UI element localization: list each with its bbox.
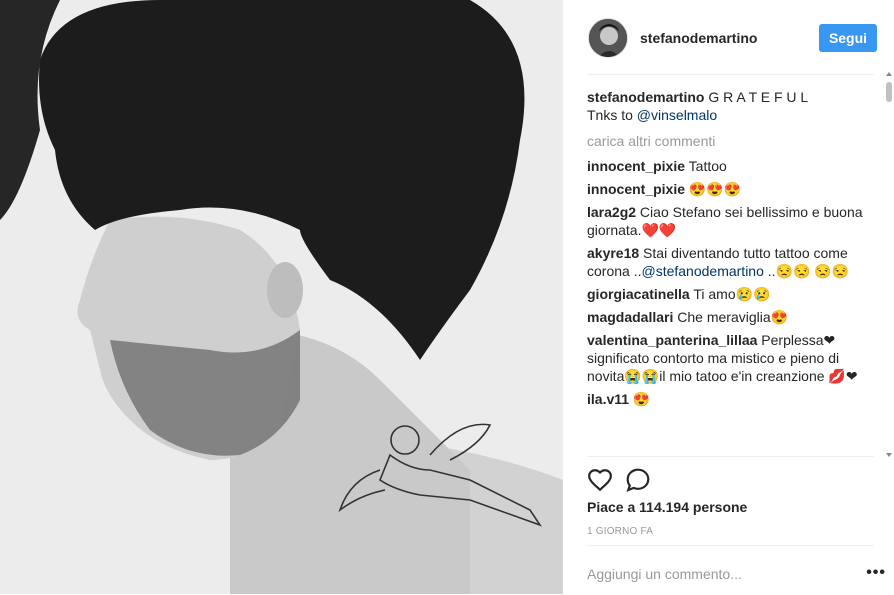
post-sidebar: stefanodemartino Segui stefanodemartino … bbox=[563, 0, 894, 594]
follow-button[interactable]: Segui bbox=[819, 24, 877, 52]
caption-line2: Tnks to bbox=[587, 107, 637, 123]
scroll-up-icon[interactable] bbox=[886, 72, 892, 76]
comment-bubble-icon bbox=[626, 468, 650, 492]
comment-item: innocent_pixie Tattoo bbox=[587, 157, 874, 175]
comment-text: Tattoo bbox=[685, 158, 727, 174]
comment-item: lara2g2 Ciao Stefano sei bellissimo e bu… bbox=[587, 203, 874, 239]
comment-text: 😍 bbox=[629, 391, 651, 407]
comment-mention[interactable]: @stefanodemartino bbox=[641, 263, 763, 279]
scrollbar-thumb[interactable] bbox=[886, 82, 892, 102]
load-more-comments-link[interactable]: carica altri commenti bbox=[587, 132, 874, 150]
add-comment-bar: Aggiungi un commento... ••• bbox=[587, 545, 885, 595]
caption-mention[interactable]: @vinselmalo bbox=[637, 107, 717, 123]
comment-text-after: ..😒😒 😒😒 bbox=[763, 263, 850, 279]
comment-button[interactable] bbox=[625, 467, 651, 493]
more-options-icon[interactable]: ••• bbox=[866, 564, 886, 582]
post-actions bbox=[587, 456, 874, 492]
photo-illustration bbox=[0, 0, 563, 594]
comment-username[interactable]: innocent_pixie bbox=[587, 158, 685, 174]
comment-username[interactable]: akyre18 bbox=[587, 245, 639, 261]
like-button[interactable] bbox=[587, 467, 613, 493]
comment-text: 😍😍😍 bbox=[685, 181, 742, 197]
comment-item: ila.v11 😍 bbox=[587, 390, 874, 408]
comment-username[interactable]: magdadallari bbox=[587, 309, 673, 325]
avatar-image bbox=[589, 19, 627, 57]
post-photo[interactable] bbox=[0, 0, 563, 594]
caption-username[interactable]: stefanodemartino bbox=[587, 89, 704, 105]
comment-username[interactable]: innocent_pixie bbox=[587, 181, 685, 197]
comment-item: magdadallari Che meraviglia😍 bbox=[587, 308, 874, 326]
comment-item: giorgiacatinella Ti amo😢😢 bbox=[587, 285, 874, 303]
header-username[interactable]: stefanodemartino bbox=[640, 30, 757, 46]
add-comment-input[interactable]: Aggiungi un commento... bbox=[587, 566, 742, 582]
comment-username[interactable]: giorgiacatinella bbox=[587, 286, 690, 302]
comment-item: akyre18 Stai diventando tutto tattoo com… bbox=[587, 244, 874, 280]
comments-scrollbar[interactable] bbox=[886, 72, 893, 458]
post-timestamp: 1 GIORNO FA bbox=[587, 526, 654, 537]
post-header: stefanodemartino Segui bbox=[587, 0, 877, 75]
heart-icon bbox=[588, 469, 612, 492]
comment-text: Ti amo😢😢 bbox=[689, 286, 771, 302]
comment-username[interactable]: lara2g2 bbox=[587, 204, 636, 220]
avatar[interactable] bbox=[588, 18, 628, 58]
comment-item: valentina_panterina_lillaa Perplessa❤ si… bbox=[587, 331, 874, 385]
comment-item: innocent_pixie 😍😍😍 bbox=[587, 180, 874, 198]
scroll-down-icon[interactable] bbox=[886, 453, 892, 457]
caption-text: G R A T E F U L bbox=[704, 89, 809, 105]
caption: stefanodemartino G R A T E F U L Tnks to… bbox=[587, 88, 874, 124]
comment-username[interactable]: valentina_panterina_lillaa bbox=[587, 332, 757, 348]
comment-text: Che meraviglia😍 bbox=[673, 309, 789, 325]
comment-username[interactable]: ila.v11 bbox=[587, 391, 629, 407]
likes-count[interactable]: Piace a 114.194 persone bbox=[587, 499, 747, 515]
comments-list: stefanodemartino G R A T E F U L Tnks to… bbox=[587, 88, 874, 454]
